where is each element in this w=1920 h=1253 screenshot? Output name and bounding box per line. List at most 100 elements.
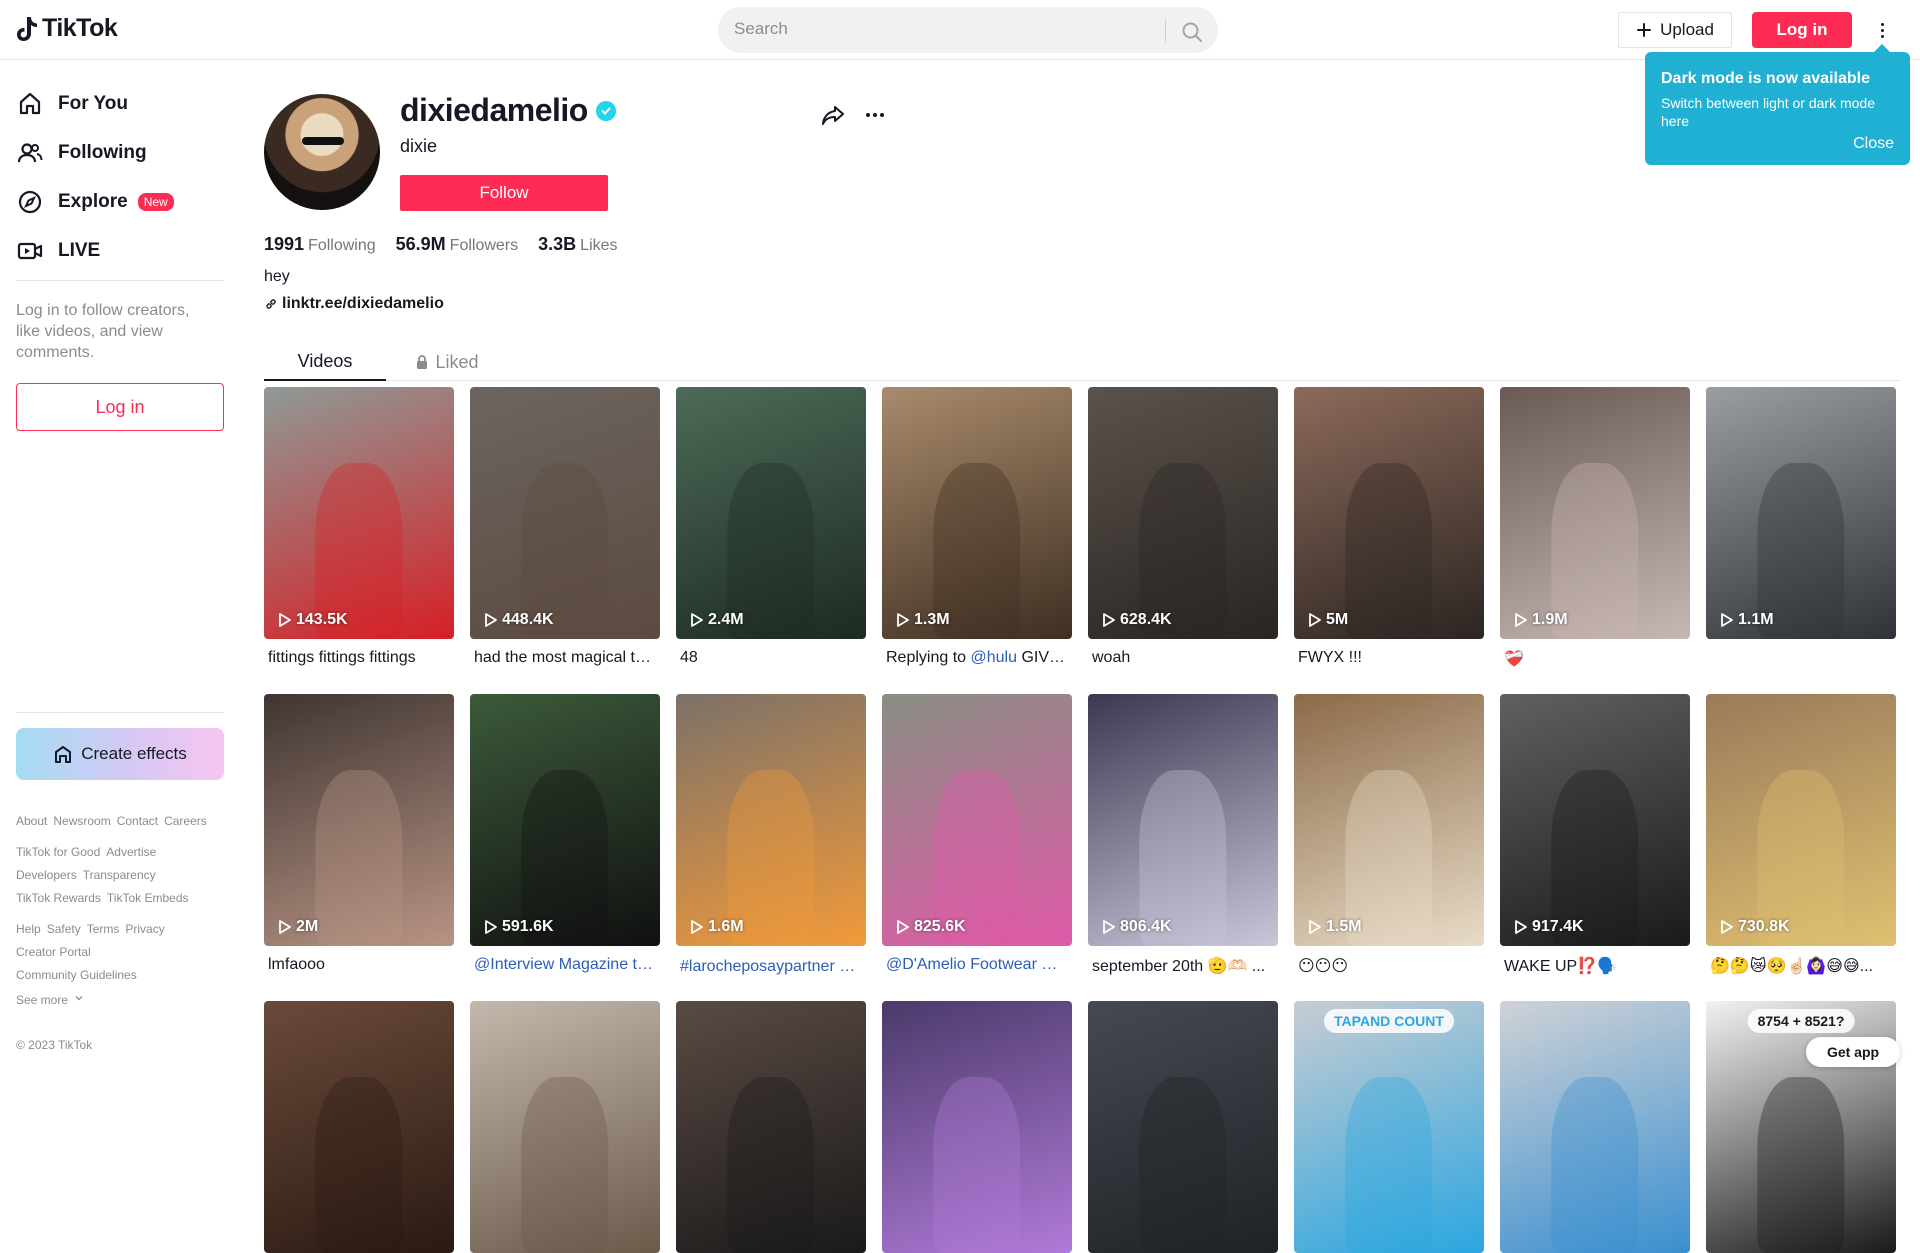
video-card[interactable]: 730.8K 🤔🤔😿🥺☝🏻🙆🏻‍♀️😅😅...: [1706, 694, 1896, 976]
video-caption[interactable]: @Interview Magazine thank...: [470, 956, 654, 974]
video-thumbnail[interactable]: 1.1M: [1706, 387, 1896, 639]
footer-link[interactable]: Developers: [16, 868, 77, 882]
video-thumbnail[interactable]: 628.4K: [1088, 387, 1278, 639]
caption-mention[interactable]: @hulu: [971, 649, 1018, 666]
video-caption[interactable]: ❤️‍🩹: [1500, 649, 1684, 669]
footer-link[interactable]: Contact: [117, 814, 158, 828]
footer-link[interactable]: Terms: [87, 922, 120, 936]
video-caption[interactable]: Replying to @hulu GIVE THE...: [882, 649, 1066, 667]
video-caption[interactable]: fittings fittings fittings: [264, 649, 448, 667]
video-thumbnail[interactable]: 806.4K: [1088, 694, 1278, 946]
video-caption[interactable]: had the most magical time in...: [470, 649, 654, 667]
video-card[interactable]: 917.4K WAKE UP⁉️🗣️: [1500, 694, 1690, 976]
tab-liked[interactable]: Liked: [386, 343, 508, 381]
video-card[interactable]: TAPAND COUNT: [1294, 1001, 1484, 1253]
video-card[interactable]: 2.4M 48: [676, 387, 866, 667]
video-thumbnail[interactable]: 1.6M: [676, 694, 866, 946]
footer-link[interactable]: TikTok Embeds: [107, 891, 189, 905]
footer-link[interactable]: Newsroom: [53, 814, 110, 828]
video-card[interactable]: 5M FWYX !!!: [1294, 387, 1484, 667]
video-card[interactable]: [882, 1001, 1072, 1253]
video-caption[interactable]: #larocheposaypartner 🧴...: [676, 956, 860, 976]
footer-link[interactable]: TikTok Rewards: [16, 891, 101, 905]
video-thumbnail[interactable]: 917.4K: [1500, 694, 1690, 946]
video-caption[interactable]: FWYX !!!: [1294, 649, 1478, 667]
video-card[interactable]: 1.1M: [1706, 387, 1896, 649]
video-card[interactable]: 628.4K woah: [1088, 387, 1278, 667]
video-thumbnail[interactable]: 591.6K: [470, 694, 660, 946]
video-caption[interactable]: @D'Amelio Footwear pink...: [882, 956, 1066, 974]
footer-link[interactable]: Careers: [164, 814, 207, 828]
create-effects-button[interactable]: Create effects: [16, 728, 224, 780]
video-caption[interactable]: WAKE UP⁉️🗣️: [1500, 956, 1684, 976]
follow-button[interactable]: Follow: [400, 175, 608, 211]
footer-link[interactable]: About: [16, 814, 47, 828]
video-thumbnail[interactable]: [676, 1001, 866, 1253]
footer-link[interactable]: Help: [16, 922, 41, 936]
share-icon[interactable]: [820, 102, 846, 128]
profile-link[interactable]: linktr.ee/dixiedamelio: [264, 295, 444, 313]
video-card[interactable]: [470, 1001, 660, 1253]
video-card[interactable]: 591.6K @Interview Magazine thank...: [470, 694, 660, 974]
get-app-button[interactable]: Get app: [1806, 1037, 1900, 1067]
profile-more-icon[interactable]: [862, 103, 888, 127]
video-card[interactable]: [1088, 1001, 1278, 1253]
footer-link[interactable]: Community Guidelines: [16, 968, 137, 982]
video-caption[interactable]: woah: [1088, 649, 1272, 667]
footer-link[interactable]: Transparency: [83, 868, 156, 882]
sidebar-item-following[interactable]: Following: [16, 139, 147, 167]
video-card[interactable]: [1500, 1001, 1690, 1253]
video-thumbnail[interactable]: [264, 1001, 454, 1253]
sidebar-item-live[interactable]: LIVE: [16, 237, 100, 265]
sidebar-item-explore[interactable]: Explore New: [16, 188, 174, 216]
search-icon[interactable]: [1180, 20, 1204, 44]
video-thumbnail[interactable]: 1.5M: [1294, 694, 1484, 946]
video-thumbnail[interactable]: [882, 1001, 1072, 1253]
video-thumbnail[interactable]: 1.9M: [1500, 387, 1690, 639]
video-card[interactable]: 806.4K september 20th 🫡🫶🏻 ...: [1088, 694, 1278, 976]
video-thumbnail[interactable]: 730.8K: [1706, 694, 1896, 946]
video-thumbnail[interactable]: 1.3M: [882, 387, 1072, 639]
video-card[interactable]: 1.9M ❤️‍🩹: [1500, 387, 1690, 669]
video-thumbnail[interactable]: [470, 1001, 660, 1253]
video-card[interactable]: 1.6M #larocheposaypartner 🧴...: [676, 694, 866, 976]
footer-link[interactable]: Creator Portal: [16, 945, 91, 959]
search-input[interactable]: [734, 19, 1154, 39]
video-thumbnail[interactable]: TAPAND COUNT: [1294, 1001, 1484, 1253]
video-thumbnail[interactable]: [1500, 1001, 1690, 1253]
video-card[interactable]: 448.4K had the most magical time in...: [470, 387, 660, 667]
upload-button[interactable]: Upload: [1618, 12, 1732, 48]
video-thumbnail[interactable]: 825.6K: [882, 694, 1072, 946]
video-card[interactable]: 143.5K fittings fittings fittings: [264, 387, 454, 667]
sidebar-login-button[interactable]: Log in: [16, 383, 224, 431]
video-card[interactable]: [676, 1001, 866, 1253]
following-stat[interactable]: 1991 Following: [264, 234, 376, 255]
video-card[interactable]: 2M lmfaooo: [264, 694, 454, 974]
video-thumbnail[interactable]: 2M: [264, 694, 454, 946]
tooltip-close-button[interactable]: Close: [1853, 135, 1894, 153]
footer-link[interactable]: Privacy: [125, 922, 164, 936]
video-thumbnail[interactable]: 5M: [1294, 387, 1484, 639]
footer-link[interactable]: Advertise: [106, 845, 156, 859]
footer-link[interactable]: TikTok for Good: [16, 845, 100, 859]
see-more-button[interactable]: See more: [16, 993, 84, 1007]
video-thumbnail[interactable]: 143.5K: [264, 387, 454, 639]
video-caption[interactable]: 🤔🤔😿🥺☝🏻🙆🏻‍♀️😅😅...: [1706, 956, 1890, 976]
footer-link[interactable]: Safety: [47, 922, 81, 936]
video-caption[interactable]: september 20th 🫡🫶🏻 ...: [1088, 956, 1272, 976]
login-button[interactable]: Log in: [1752, 12, 1852, 48]
more-options-icon[interactable]: [1870, 18, 1894, 42]
tab-videos[interactable]: Videos: [264, 343, 386, 381]
video-card[interactable]: [264, 1001, 454, 1253]
tiktok-logo[interactable]: TikTok: [16, 14, 118, 43]
video-thumbnail[interactable]: [1088, 1001, 1278, 1253]
video-card[interactable]: 825.6K @D'Amelio Footwear pink...: [882, 694, 1072, 974]
video-card[interactable]: 1.5M 😶😶😶: [1294, 694, 1484, 976]
video-caption[interactable]: lmfaooo: [264, 956, 448, 974]
video-caption[interactable]: 😶😶😶: [1294, 956, 1478, 976]
video-thumbnail[interactable]: 2.4M: [676, 387, 866, 639]
sidebar-item-for-you[interactable]: For You: [16, 90, 128, 118]
video-thumbnail[interactable]: 448.4K: [470, 387, 660, 639]
video-card[interactable]: 1.3M Replying to @hulu GIVE THE...: [882, 387, 1072, 667]
video-caption[interactable]: 48: [676, 649, 860, 667]
